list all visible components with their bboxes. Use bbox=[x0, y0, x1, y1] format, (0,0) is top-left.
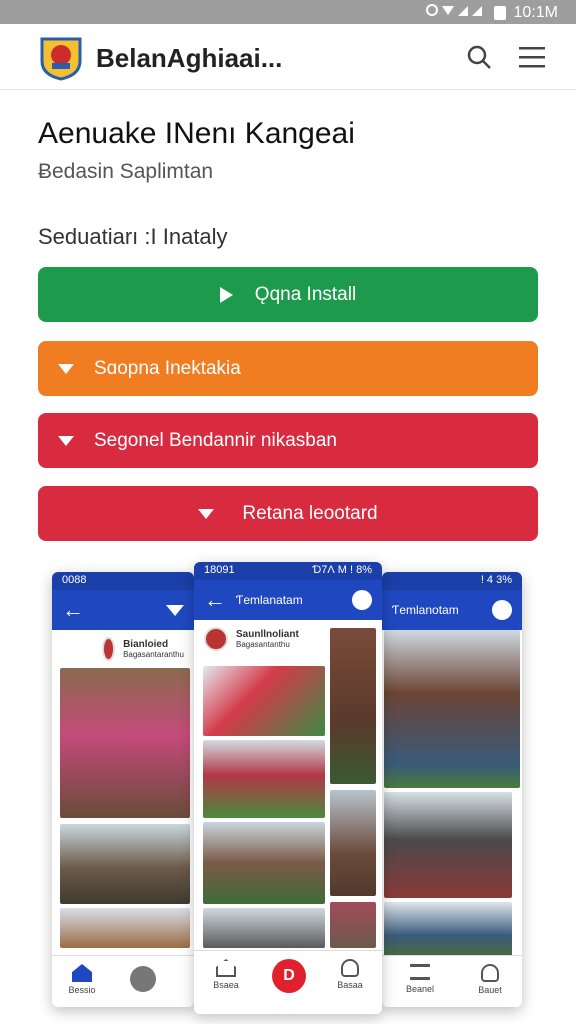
fab-button[interactable]: D bbox=[272, 959, 306, 993]
profile-sub: Bagasantanthu bbox=[236, 640, 290, 649]
phone-status-right: Ɗ7Ʌ M ǃ 8% bbox=[312, 564, 372, 576]
compass-icon[interactable] bbox=[130, 966, 156, 992]
install-button[interactable]: Ǫqna Install bbox=[38, 267, 538, 322]
person-icon bbox=[341, 959, 359, 977]
phone-header: ← Ƭemlanatam bbox=[194, 580, 382, 620]
photo-people[interactable] bbox=[60, 668, 190, 818]
photo-houses[interactable] bbox=[384, 902, 512, 958]
photo-street[interactable] bbox=[203, 908, 325, 948]
profile-name: Bianloied bbox=[123, 639, 169, 650]
chevron-down-icon bbox=[58, 363, 74, 374]
photo-houses[interactable] bbox=[60, 908, 190, 948]
avatar bbox=[102, 637, 116, 661]
photo-crowd[interactable] bbox=[330, 902, 376, 948]
search-icon[interactable] bbox=[466, 44, 492, 75]
nav-list[interactable]: Beanel bbox=[400, 964, 440, 994]
nav-home-label: Bessio bbox=[68, 985, 96, 995]
nav-profile-label: Bauet bbox=[478, 985, 502, 995]
photo-flags[interactable] bbox=[203, 666, 325, 736]
page-title: Aenuake INenı Kangeai bbox=[38, 117, 355, 150]
nav-list-label: Beanel bbox=[405, 984, 435, 994]
avatar bbox=[204, 627, 228, 651]
phone-header-title: Ƭemlanatam bbox=[236, 593, 303, 607]
option-button-orange[interactable]: Sɑopna Inektakia bbox=[38, 341, 538, 396]
app-bar: BelanAghiaai... bbox=[0, 24, 576, 90]
nav-home[interactable]: Bsaea bbox=[206, 959, 246, 990]
page-subtitle: Ƀedasin Saplimtan bbox=[38, 160, 214, 183]
phone-status-bar: ǃ 4 3% bbox=[382, 572, 522, 590]
photo-longhouse[interactable] bbox=[384, 630, 520, 788]
back-arrow-icon[interactable]: ← bbox=[62, 597, 84, 623]
fab-label: D bbox=[283, 967, 295, 984]
chevron-down-icon bbox=[198, 508, 215, 519]
option-button-red-2[interactable]: Retana leootard bbox=[38, 486, 538, 541]
phone-status-left: 18091 bbox=[204, 564, 235, 576]
phone-status-right: ǃ 4 3% bbox=[480, 574, 512, 586]
photo-procession[interactable] bbox=[203, 822, 325, 904]
nav-profile-label: Basaa bbox=[337, 980, 363, 990]
profile-sub: Bagasantaranthu bbox=[123, 650, 184, 659]
nav-profile[interactable]: Bauet bbox=[470, 964, 510, 995]
screenshot-left[interactable]: 0088 ← Bianloied Bagasantaranthu Bessio bbox=[52, 572, 194, 1007]
photo-ceremony[interactable] bbox=[384, 792, 512, 898]
phone-status-bar: 0088 bbox=[52, 572, 194, 590]
photo-festival[interactable] bbox=[203, 740, 325, 818]
app-title: BelanAghiaai... bbox=[96, 43, 283, 73]
profile-name: Saunllnoliant bbox=[236, 629, 299, 640]
app-logo-icon[interactable] bbox=[38, 35, 84, 81]
phone-header: ← bbox=[52, 590, 194, 630]
chevron-down-icon bbox=[58, 435, 74, 446]
signal-icon bbox=[425, 2, 486, 23]
install-button-label: Ǫqna Install bbox=[254, 283, 357, 305]
phone-header: Ƭemlanotam bbox=[382, 590, 522, 630]
phone-status-bar: 18091 Ɗ7Ʌ M ǃ 8% bbox=[194, 562, 382, 580]
option-button-red-label: Segonel Bendannir nikasban bbox=[94, 429, 337, 451]
chevron-down-icon[interactable] bbox=[166, 604, 184, 616]
phone-status-left: 0088 bbox=[62, 574, 87, 586]
phone-profile-row: Bianloied Bagasantaranthu bbox=[52, 630, 194, 668]
option-button-orange-label: Sɑopna Inektakia bbox=[94, 357, 241, 379]
phone-bottom-nav: Bsaea D Basaa bbox=[194, 950, 382, 1014]
screenshot-right[interactable]: ǃ 4 3% Ƭemlanotam Beanel Bauet bbox=[382, 572, 522, 1007]
option-button-red-2-label: Retana leootard bbox=[242, 502, 378, 524]
photo-group[interactable] bbox=[330, 790, 376, 896]
back-arrow-icon[interactable]: ← bbox=[204, 587, 226, 613]
play-icon bbox=[219, 286, 233, 303]
menu-icon[interactable] bbox=[519, 46, 545, 73]
home-icon bbox=[216, 959, 236, 977]
option-button-red[interactable]: Segonel Bendannir nikasban bbox=[38, 413, 538, 468]
status-bar: 10:1M bbox=[0, 0, 576, 24]
stack-icon bbox=[410, 964, 430, 980]
settings-icon[interactable] bbox=[492, 600, 512, 620]
photo-tower[interactable] bbox=[330, 628, 376, 784]
person-icon bbox=[481, 964, 499, 982]
settings-icon[interactable] bbox=[352, 590, 372, 610]
phone-bottom-nav: Beanel Bauet bbox=[382, 955, 522, 1007]
section-label: Seduatiarı :I Inataly bbox=[38, 224, 228, 249]
nav-home[interactable]: Bessio bbox=[62, 964, 102, 995]
phone-bottom-nav: Bessio bbox=[52, 955, 194, 1007]
screenshot-middle[interactable]: 18091 Ɗ7Ʌ M ǃ 8% ← Ƭemlanatam Saunllnoli… bbox=[194, 562, 382, 1014]
nav-home-label: Bsaea bbox=[213, 980, 239, 990]
phone-header-title: Ƭemlanotam bbox=[392, 603, 459, 617]
photo-village[interactable] bbox=[60, 824, 190, 904]
home-icon bbox=[72, 964, 92, 982]
battery-icon bbox=[493, 5, 506, 20]
status-time: 10:1M bbox=[513, 3, 558, 21]
nav-profile[interactable]: Basaa bbox=[330, 959, 370, 990]
